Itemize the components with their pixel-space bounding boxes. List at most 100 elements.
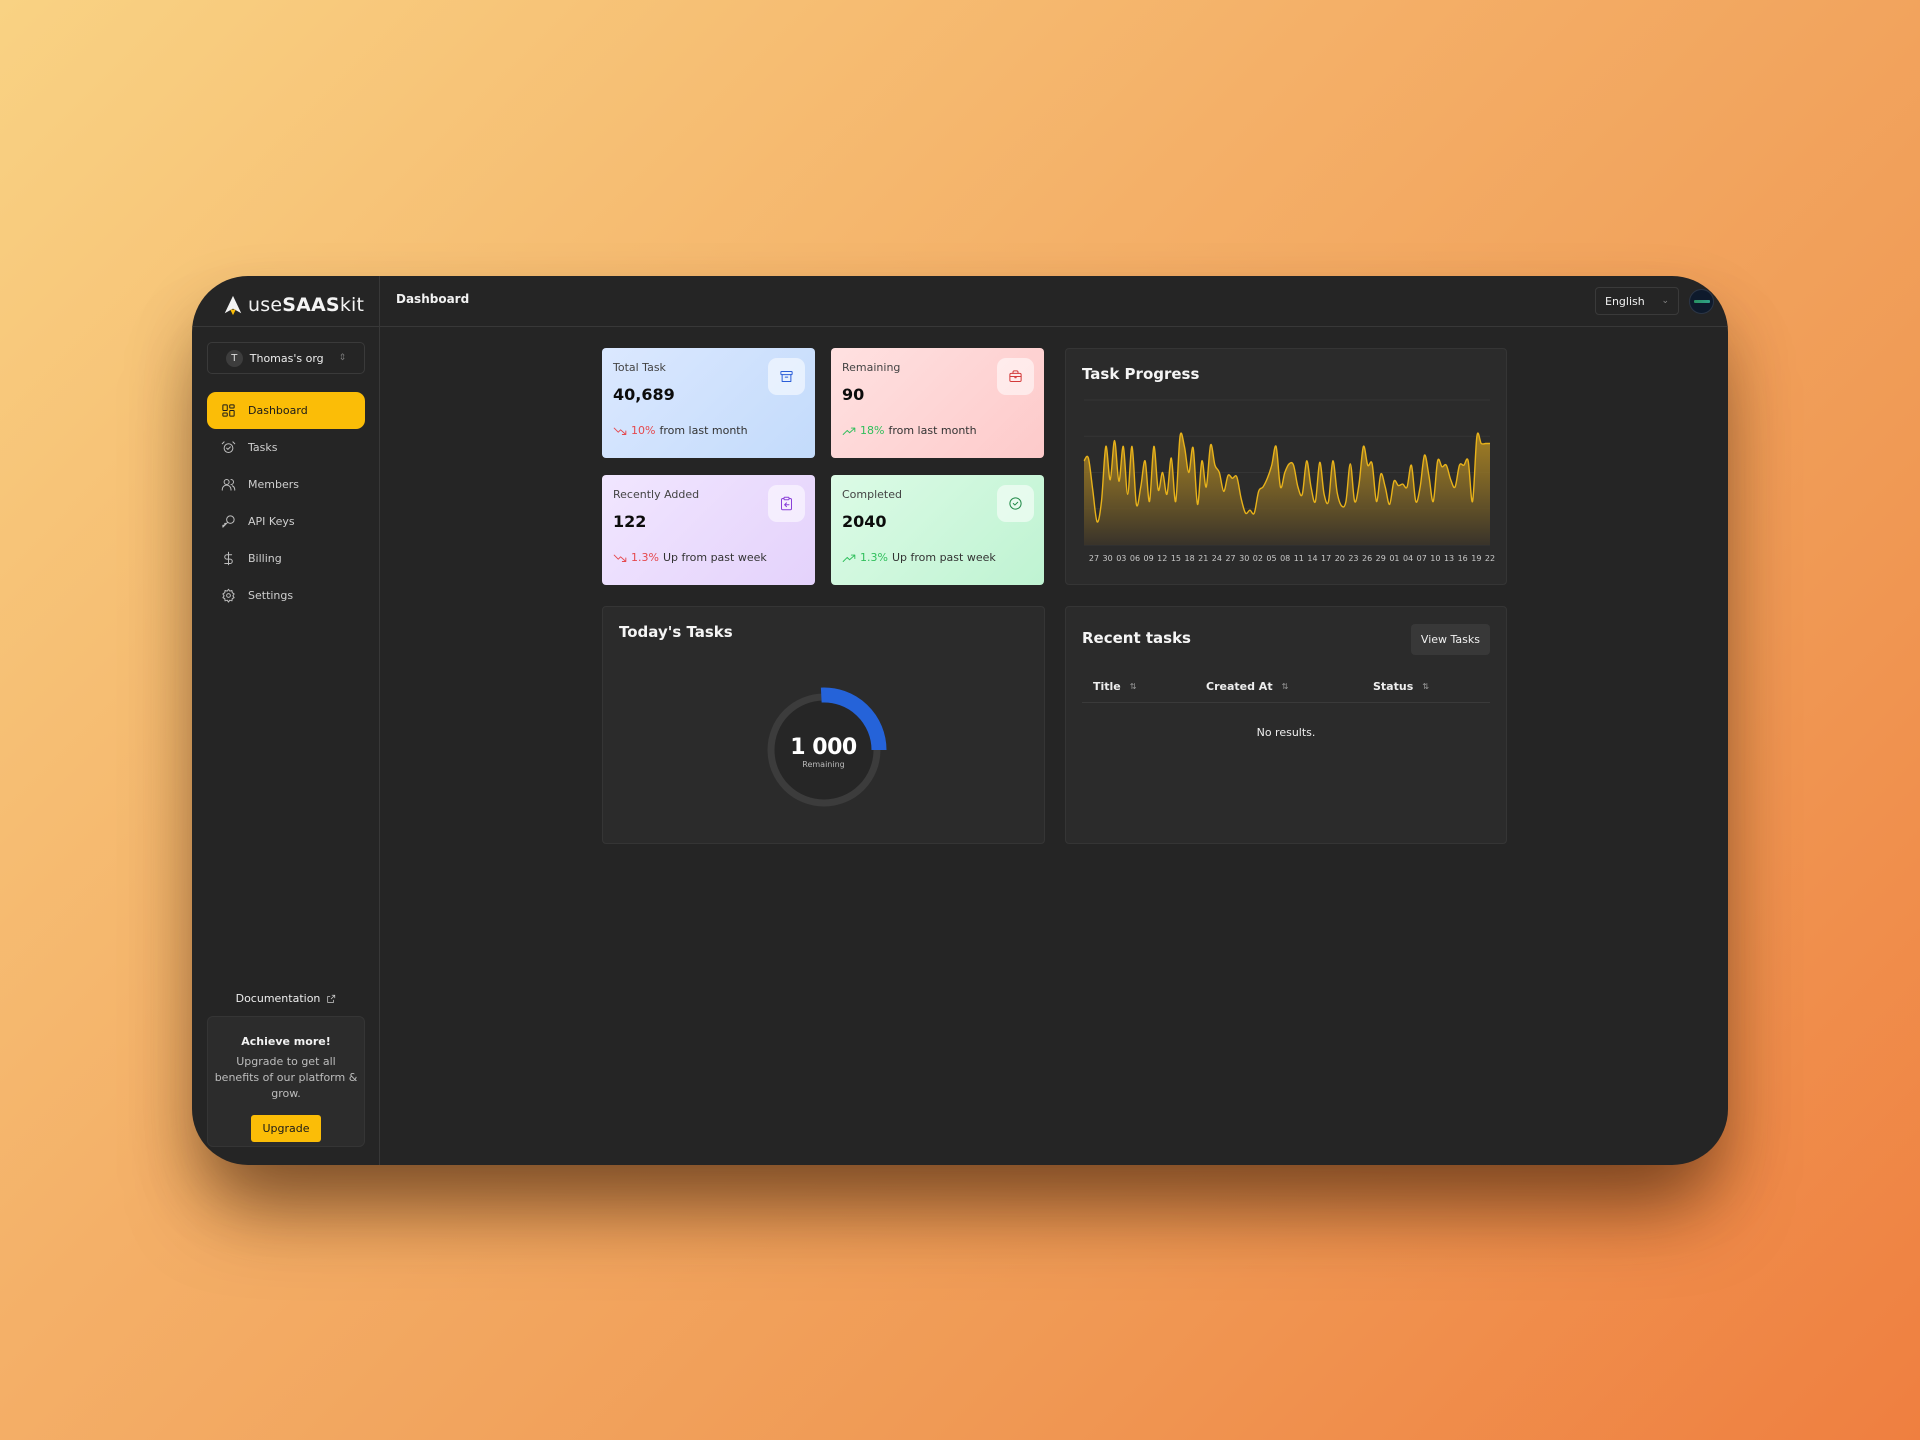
donut-sublabel: Remaining (802, 760, 845, 769)
x-tick-label: 19 (1471, 554, 1481, 563)
clipboard-icon (781, 496, 792, 511)
stat-value: 2040 (842, 512, 887, 531)
promo-text: Upgrade to get all benefits of our platf… (214, 1055, 358, 1100)
x-tick-label: 23 (1348, 554, 1358, 563)
sidebar-item-label: Settings (248, 589, 294, 602)
x-tick-label: 09 (1144, 554, 1154, 563)
stat-value: 40,689 (613, 385, 675, 404)
stat-change: 10% (631, 424, 656, 437)
stat-value: 90 (842, 385, 865, 404)
trending-up-icon (842, 427, 856, 435)
todays-tasks-donut (767, 687, 887, 807)
archive-icon (780, 371, 793, 382)
column-header-title[interactable]: Title ⇅ (1093, 680, 1136, 693)
x-tick-label: 01 (1389, 554, 1399, 563)
donut-value: 1 000 (790, 735, 857, 760)
sidebar-item-label: Tasks (248, 441, 278, 454)
x-tick-label: 11 (1294, 554, 1304, 563)
language-select[interactable]: English ⌄ (1595, 287, 1679, 315)
x-tick-label: 10 (1430, 554, 1440, 563)
stat-card-recently-added: Recently Added 122 1.3% Up from past wee… (602, 475, 815, 585)
org-name: Thomas's org (249, 351, 324, 365)
org-switcher[interactable]: T Thomas's org ⇕ (207, 342, 365, 374)
x-tick-label: 02 (1253, 554, 1263, 563)
stat-change: 18% (860, 424, 885, 437)
dollar-icon (224, 551, 233, 566)
sidebar-item-members[interactable]: Members (207, 466, 365, 503)
logo-text: useSAASkit (248, 294, 365, 316)
check-circle-icon (1009, 497, 1022, 510)
stat-card-remaining: Remaining 90 18% from last month (831, 348, 1044, 458)
x-tick-label: 12 (1157, 554, 1167, 563)
x-tick-label: 18 (1184, 554, 1194, 563)
stat-card-completed: Completed 2040 1.3% Up from past week (831, 475, 1044, 585)
x-tick-label: 16 (1458, 554, 1468, 563)
user-avatar[interactable] (1689, 289, 1714, 314)
sidebar-item-dashboard[interactable]: Dashboard (207, 392, 365, 429)
view-tasks-button[interactable]: View Tasks (1410, 624, 1490, 655)
sidebar-item-settings[interactable]: Settings (207, 577, 365, 614)
x-tick-label: 27 (1225, 554, 1235, 563)
x-tick-label: 13 (1444, 554, 1454, 563)
logo[interactable]: useSAASkit (222, 288, 364, 322)
app-window: useSAASkit T Thomas's org ⇕ Dashboard Ta… (192, 276, 1728, 1165)
column-label: Title (1093, 680, 1121, 693)
stat-trend: 1.3% Up from past week (842, 551, 996, 564)
chart-area (1084, 433, 1490, 545)
x-tick-label: 05 (1266, 554, 1276, 563)
documentation-link[interactable]: Documentation (192, 992, 380, 1005)
sidebar-item-label: Members (248, 478, 299, 491)
column-header-created-at[interactable]: Created At ⇅ (1206, 680, 1288, 693)
stat-icon-box (768, 485, 805, 522)
stat-label: Recently Added (613, 488, 700, 501)
x-tick-label: 22 (1485, 554, 1495, 563)
stat-value: 122 (613, 512, 647, 531)
promo-title: Achieve more! (241, 1035, 331, 1048)
column-label: Created At (1206, 680, 1273, 693)
sidebar-item-tasks[interactable]: Tasks (207, 429, 365, 466)
x-tick-label: 30 (1103, 554, 1113, 563)
upgrade-button[interactable]: Upgrade (251, 1115, 321, 1142)
trending-down-icon (613, 427, 627, 435)
task-progress-chart: 27 30 03 06 09 12 15 18 21 24 27 30 02 05 08 11 14 17 20 23… (1083, 399, 1495, 563)
stat-label: Total Task (613, 361, 666, 374)
chevron-down-icon: ⌄ (1661, 296, 1669, 306)
sidebar-item-label: Dashboard (248, 404, 308, 417)
sidebar-item-billing[interactable]: Billing (207, 540, 365, 577)
stat-change-suffix: Up from past week (662, 551, 767, 564)
upgrade-promo: Achieve more! Upgrade to get all benefit… (207, 1016, 365, 1147)
x-tick-label: 21 (1198, 554, 1208, 563)
x-tick-label: 29 (1376, 554, 1386, 563)
column-header-status[interactable]: Status ⇅ (1373, 680, 1429, 693)
x-tick-label: 06 (1130, 554, 1140, 563)
sidebar-item-api-keys[interactable]: API Keys (207, 503, 365, 540)
sort-icon: ⇅ (1422, 682, 1429, 691)
stat-label: Completed (842, 488, 902, 501)
language-value: English (1605, 294, 1645, 308)
x-tick-label: 17 (1321, 554, 1331, 563)
x-tick-label: 20 (1335, 554, 1345, 563)
stat-change: 1.3% (631, 551, 659, 564)
stat-card-total-task: Total Task 40,689 10% from last month (602, 348, 815, 458)
x-tick-label: 07 (1417, 554, 1427, 563)
stat-change: 1.3% (860, 551, 888, 564)
key-icon (222, 515, 235, 528)
x-tick-label: 27 (1089, 554, 1099, 563)
x-tick-label: 30 (1239, 554, 1249, 563)
stat-icon-box (997, 358, 1034, 395)
column-label: Status (1373, 680, 1414, 693)
chevrons-up-down-icon: ⇕ (338, 353, 347, 363)
stat-change-suffix: from last month (659, 424, 748, 437)
sort-icon: ⇅ (1281, 682, 1289, 691)
table-header: Title ⇅ Created At ⇅ Status ⇅ (1082, 669, 1490, 703)
empty-state: No results. (1256, 726, 1316, 739)
dashboard-icon (222, 404, 235, 417)
trending-down-icon (613, 554, 627, 562)
stat-change-suffix: from last month (888, 424, 977, 437)
stat-icon-box (997, 485, 1034, 522)
users-icon (221, 479, 236, 491)
stat-trend: 18% from last month (842, 424, 977, 437)
x-tick-label: 15 (1171, 554, 1181, 563)
x-tick-label: 03 (1116, 554, 1126, 563)
rocket-logo-icon (224, 295, 242, 316)
